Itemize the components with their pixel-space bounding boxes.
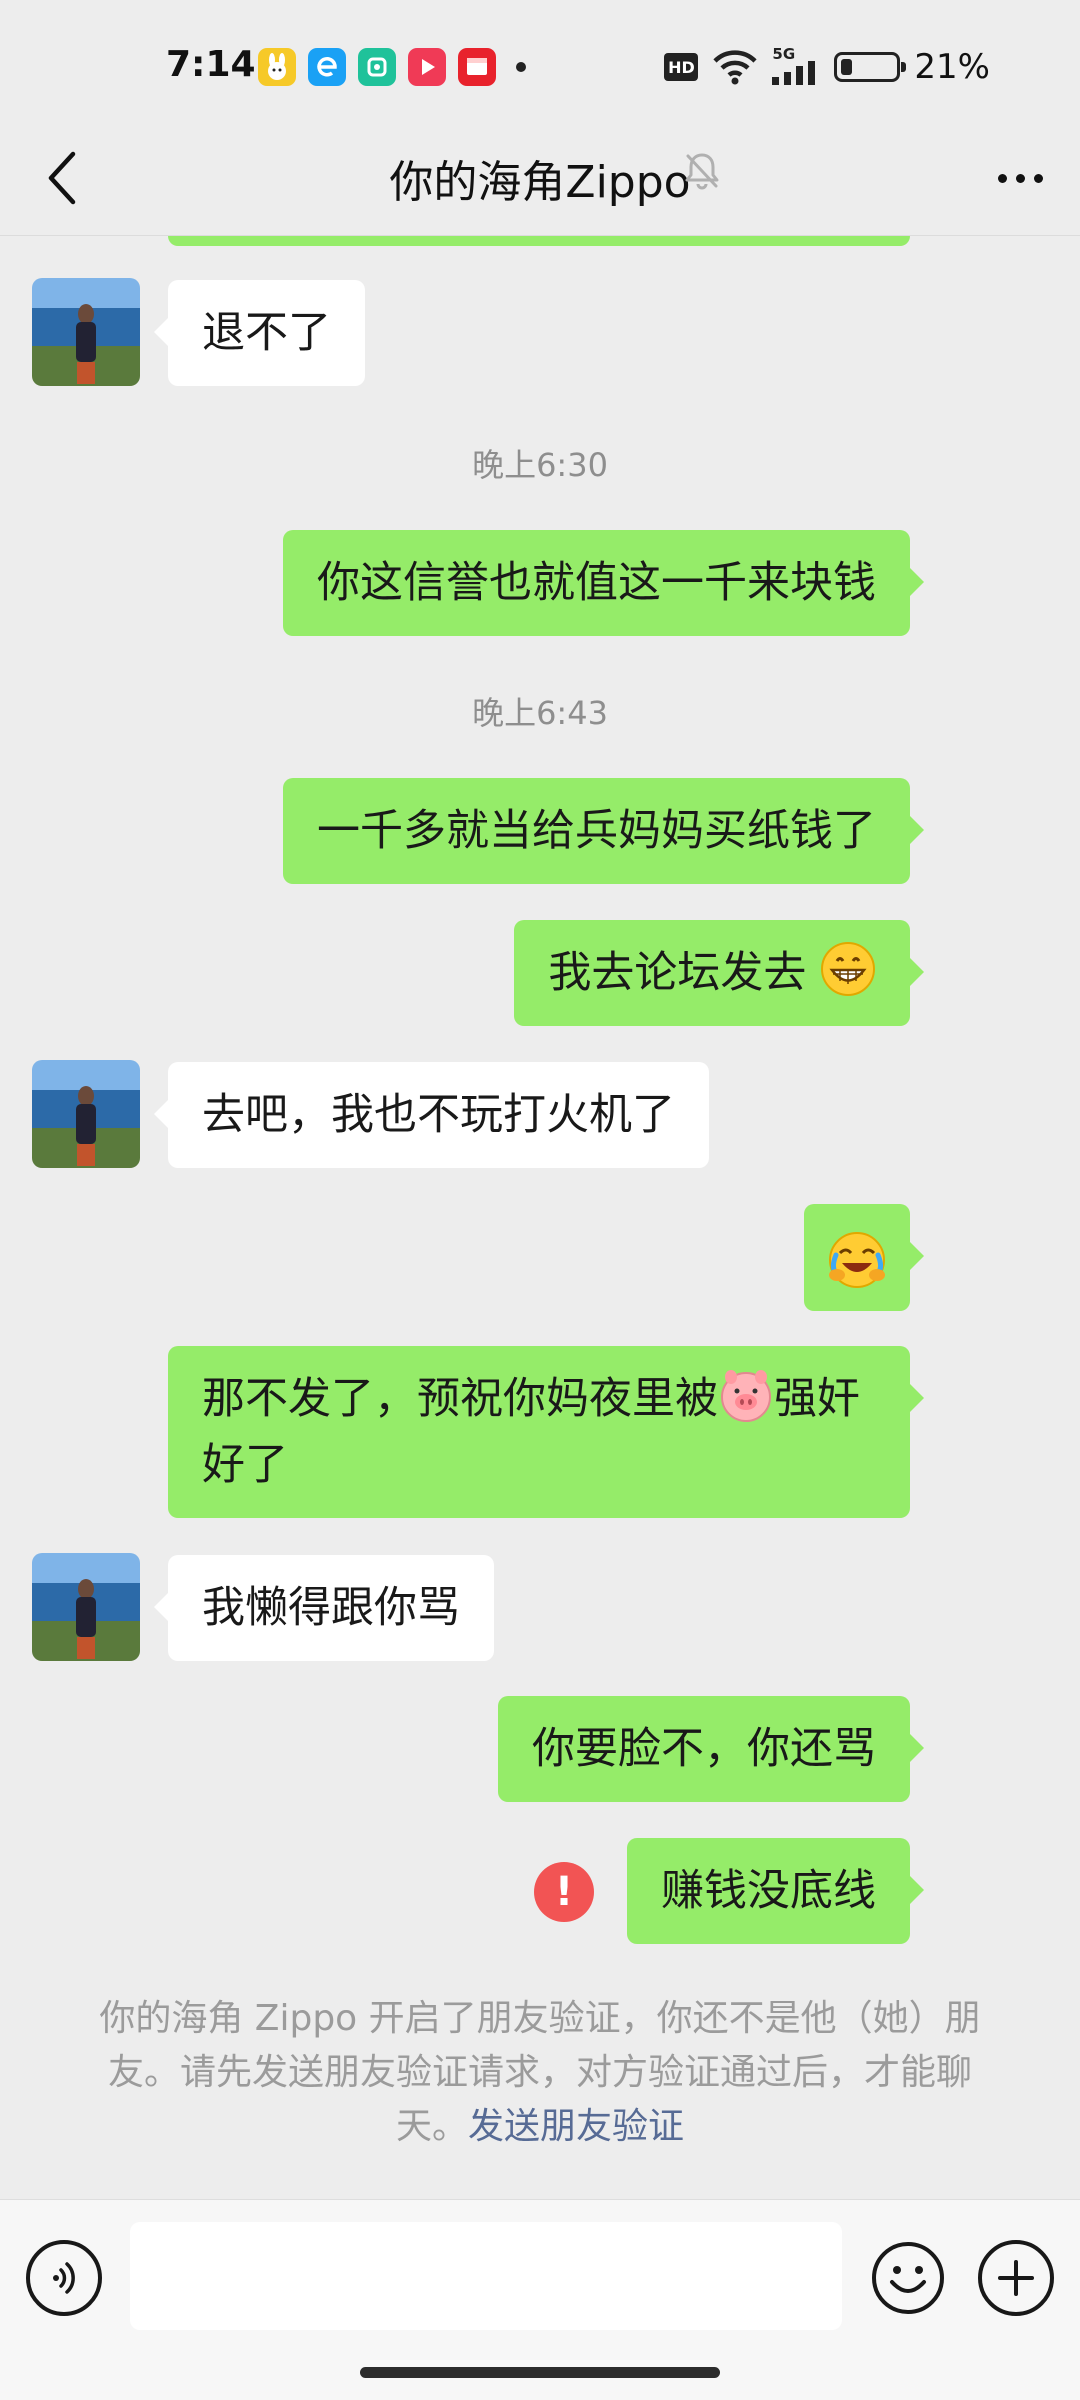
message-text: 去吧，我也不玩打火机了 — [202, 1090, 675, 1140]
status-bar: 7:14 HD 5G 21% — [0, 0, 1080, 140]
message-bubble-incoming[interactable]: 退不了 — [154, 280, 365, 386]
signal-5g-icon: 5G — [772, 45, 820, 85]
chat-header: 你的海角Zippo — [0, 120, 1080, 236]
bunny-app-icon — [258, 48, 296, 86]
smiley-icon — [872, 2242, 944, 2314]
plus-icon — [998, 2260, 1034, 2296]
friend-verification-notice: 你的海角 Zippo 开启了朋友验证，你还不是他（她）朋友。请先发送朋友验证请求… — [80, 1992, 1000, 2154]
message-bubble-incoming[interactable]: 去吧，我也不玩打火机了 — [154, 1062, 709, 1168]
home-indicator[interactable] — [360, 2367, 720, 2378]
message-text: 赚钱没底线 — [661, 1866, 876, 1916]
status-right: HD 5G 21% — [664, 45, 990, 88]
status-time: 7:14 — [166, 44, 256, 85]
contact-avatar[interactable] — [32, 1060, 140, 1168]
message-bubble-outgoing[interactable]: 你要脸不，你还骂 — [498, 1696, 924, 1802]
grinning-face-emoji — [821, 942, 875, 996]
more-dot-icon — [1015, 173, 1025, 183]
more-functions-button[interactable] — [978, 2240, 1054, 2316]
message-text-before: 那不发了，预祝你妈夜里被 — [202, 1374, 718, 1424]
message-text: 你这信誉也就值这一千来块钱 — [317, 558, 876, 608]
hd-badge: HD — [664, 53, 699, 81]
voice-icon — [53, 2262, 75, 2294]
send-failed-icon[interactable]: ! — [534, 1862, 594, 1922]
more-dot-icon — [997, 173, 1007, 183]
send-verification-link[interactable]: 发送朋友验证 — [468, 2106, 684, 2147]
message-text: 我懒得跟你骂 — [202, 1583, 460, 1633]
battery-icon — [834, 52, 907, 82]
red-app-icon — [458, 48, 496, 86]
chat-title: 你的海角Zippo — [389, 157, 691, 208]
more-dot-icon — [1033, 173, 1043, 183]
video-app-icon — [408, 48, 446, 86]
contact-avatar[interactable] — [32, 1553, 140, 1661]
message-input[interactable] — [130, 2222, 842, 2330]
message-bubble-outgoing[interactable]: 我去论坛发去 — [514, 920, 924, 1026]
message-text: 一千多就当给兵妈妈买纸钱了 — [317, 806, 876, 856]
more-notifications-dot — [516, 62, 526, 72]
contact-avatar[interactable] — [32, 278, 140, 386]
battery-percent: 21% — [914, 47, 990, 87]
message-text: 你要脸不，你还骂 — [532, 1724, 876, 1774]
muted-bell-icon — [685, 153, 719, 190]
message-timestamp: 晚上6:43 — [472, 694, 608, 732]
notification-icons — [258, 46, 526, 88]
message-bubble-outgoing[interactable]: 赚钱没底线 — [627, 1838, 924, 1944]
voice-input-button[interactable] — [26, 2240, 102, 2316]
green-app-icon — [358, 48, 396, 86]
partial-outgoing-bubble[interactable] — [168, 236, 910, 246]
e-app-icon — [308, 48, 346, 86]
message-bubble-incoming[interactable]: 我懒得跟你骂 — [154, 1555, 494, 1661]
message-text: 退不了 — [202, 308, 331, 358]
wifi-icon — [713, 50, 758, 85]
more-options-button[interactable] — [984, 142, 1056, 214]
message-bubble-outgoing[interactable]: 一千多就当给兵妈妈买纸钱了 — [283, 778, 924, 884]
message-list[interactable]: 退不了 晚上6:30 你这信誉也就值这一千来块钱 晚上6:43 一千多就当给兵妈… — [0, 236, 1080, 2199]
message-timestamp: 晚上6:30 — [472, 446, 608, 484]
rolling-laughing-emoji — [829, 1231, 885, 1288]
battery-level-fill — [841, 59, 853, 75]
pig-face-emoji — [721, 1370, 771, 1422]
message-text: 我去论坛发去 — [548, 948, 807, 998]
message-bubble-outgoing[interactable]: 那不发了，预祝你妈夜里被 强奸好了 — [168, 1346, 924, 1518]
message-bubble-outgoing[interactable] — [804, 1204, 924, 1311]
message-bubble-outgoing[interactable]: 你这信誉也就值这一千来块钱 — [283, 530, 924, 636]
chat-title-container: 你的海角Zippo — [0, 146, 1080, 210]
emoji-button[interactable] — [870, 2240, 946, 2316]
